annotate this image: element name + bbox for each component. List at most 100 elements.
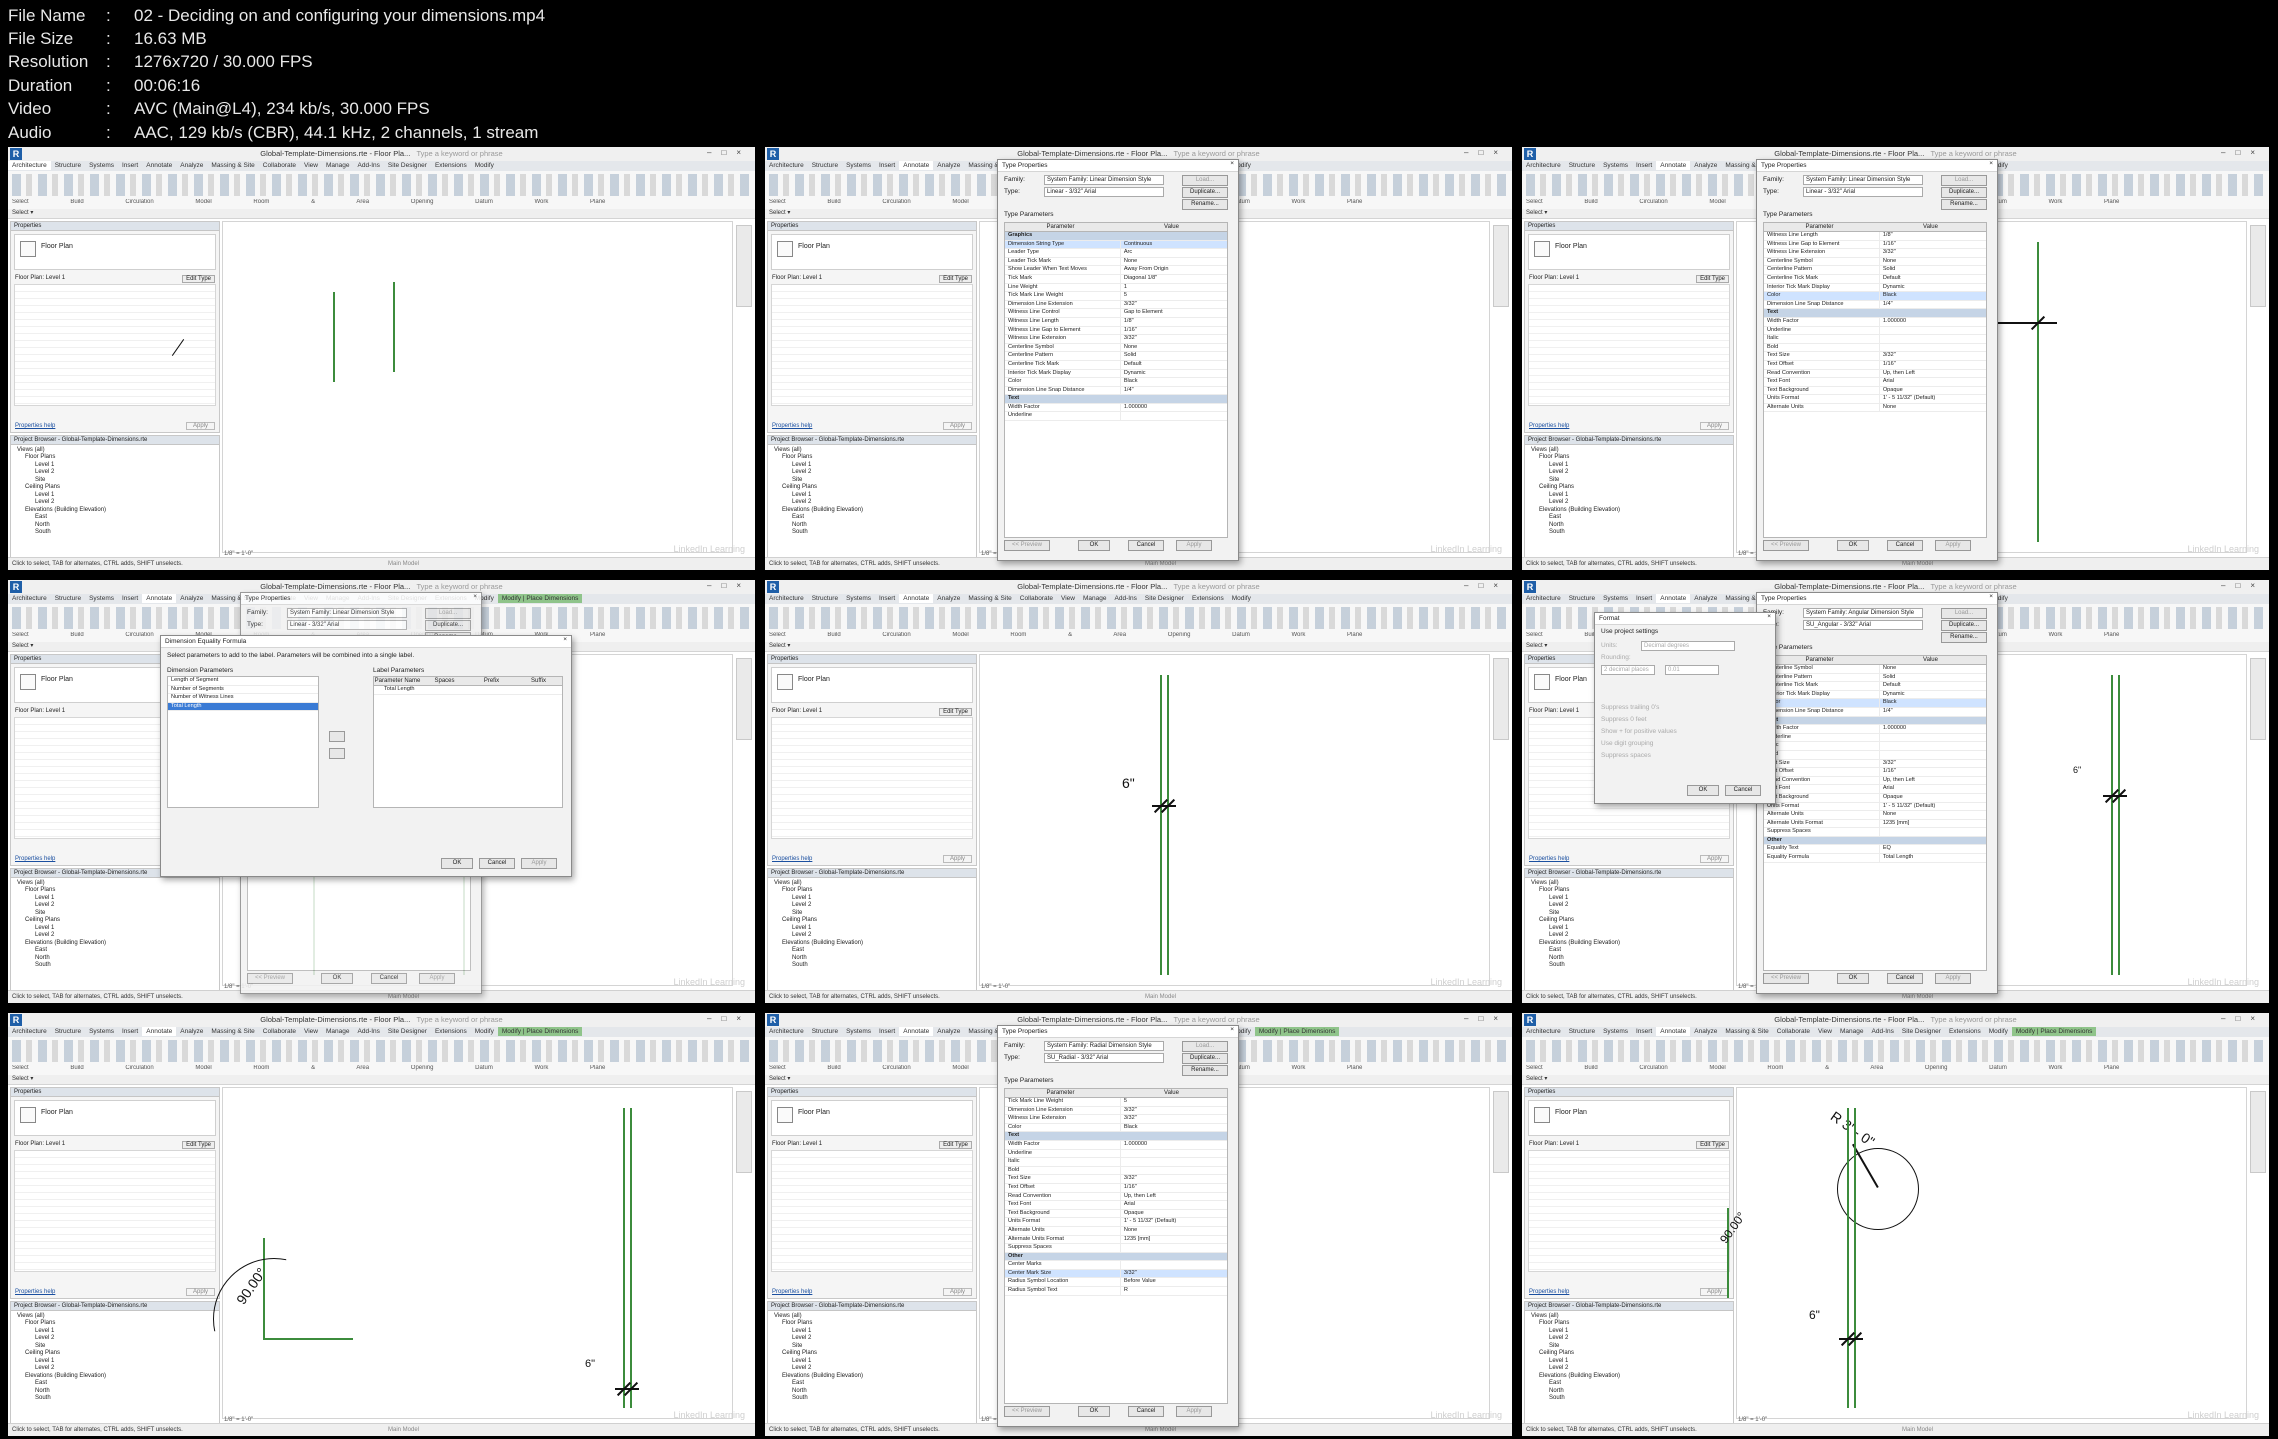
parameter-value[interactable]: Dynamic (1878, 690, 1986, 699)
ribbon-tab[interactable]: View (1814, 1027, 1836, 1036)
wall-line[interactable] (333, 292, 335, 382)
type-select[interactable]: SU_Radial - 3/32" Arial (1044, 1053, 1164, 1063)
format-option-checkbox[interactable]: Use digit grouping (1601, 739, 1653, 748)
browser-item[interactable]: Views (all) (1525, 445, 1733, 453)
parameter-value[interactable]: 1/4" (1878, 707, 1986, 716)
parameter-value[interactable]: Arial (1878, 785, 1986, 793)
project-browser-tree[interactable]: Views (all) Floor Plans Level 1 Level 2 Site… (768, 445, 976, 536)
properties-help-link[interactable]: Properties help (772, 423, 812, 429)
parameter-row[interactable]: Dimension Line Snap Distance 1/4" (1005, 386, 1227, 396)
ribbon-tab[interactable]: Systems (1599, 594, 1632, 603)
window-controls[interactable]: –□× (2221, 1014, 2265, 1023)
ribbon-tab[interactable]: Collaborate (1016, 594, 1057, 603)
browser-item[interactable]: Level 1 (768, 460, 976, 468)
ribbon-tab[interactable]: Annotate (142, 161, 176, 170)
window-controls[interactable]: –□× (1464, 148, 1508, 157)
parameter-row[interactable]: Italic (1764, 335, 1986, 344)
parameter-value[interactable]: None (1119, 257, 1227, 266)
parameter-row[interactable]: Centerline Symbol None (1764, 665, 1986, 674)
rename-button[interactable]: Rename... (1182, 199, 1228, 210)
parameter-value[interactable]: 1/8" (1119, 317, 1227, 326)
cancel-button[interactable]: Cancel (371, 973, 407, 984)
parameter-value[interactable]: Default (1878, 274, 1986, 283)
parameter-row[interactable]: Suppress Spaces (1764, 828, 1986, 837)
type-selector[interactable]: Floor Plan (771, 234, 973, 270)
label-parameters-table[interactable]: Parameter Name Spaces Prefix Suffix Total Le… (373, 676, 563, 808)
ribbon-tab[interactable]: Systems (842, 161, 875, 170)
instance-filter[interactable]: Floor Plan: Level 1 (1529, 1141, 1579, 1149)
window-controls[interactable]: –□× (707, 1014, 751, 1023)
browser-item[interactable]: South (768, 1394, 976, 1401)
parameter-row[interactable]: Center Marks (1005, 1261, 1227, 1270)
parameter-value[interactable]: 1/16" (1878, 768, 1986, 776)
parameter-value[interactable]: 1/16" (1878, 240, 1986, 249)
parameter-value[interactable]: Opaque (1878, 793, 1986, 802)
rename-button[interactable]: Rename... (1182, 1065, 1228, 1076)
parameter-row[interactable]: Text Size 3/32" (1005, 1175, 1227, 1184)
ribbon-tab[interactable]: Architecture (765, 1027, 808, 1036)
ribbon-tab[interactable]: Structure (808, 1027, 842, 1036)
parameter-value[interactable]: 1/4" (1878, 300, 1986, 309)
options-bar[interactable]: Select ▾ (8, 209, 755, 219)
wall-line[interactable] (2118, 675, 2120, 975)
instance-filter[interactable]: Floor Plan: Level 1 (15, 275, 65, 283)
project-browser-tree[interactable]: Views (all) Floor Plans Level 1 Level 2 Site… (11, 1311, 219, 1402)
ribbon-tab[interactable]: Modify (1228, 594, 1255, 603)
parameter-value[interactable]: Before Value (1119, 1278, 1227, 1287)
parameter-value[interactable] (1120, 232, 1227, 240)
browser-item[interactable]: Level 2 (768, 468, 976, 475)
browser-item[interactable]: Ceiling Plans (1525, 1349, 1733, 1356)
parameter-value[interactable]: 1.000000 (1878, 317, 1986, 326)
properties-help-link[interactable]: Properties help (772, 856, 812, 862)
parameter-row[interactable]: Text Font Arial (1764, 378, 1986, 387)
parameter-row[interactable]: Centerline Pattern Solid (1764, 673, 1986, 683)
ribbon-tab[interactable]: Insert (118, 594, 142, 603)
edit-type-button[interactable]: Edit Type (182, 275, 215, 283)
parameter-row[interactable]: Suppress Spaces (1005, 1244, 1227, 1253)
browser-item[interactable]: Site (768, 908, 976, 916)
ribbon-panel[interactable]: Select Build Circulation Model Room & Ar… (1522, 1037, 2269, 1076)
dimension-text[interactable]: 6" (2073, 765, 2081, 775)
properties-help-link[interactable]: Properties help (15, 1289, 55, 1295)
main-model-selector[interactable]: Main Model (388, 558, 419, 570)
browser-item[interactable]: Floor Plans (1525, 453, 1733, 460)
parameter-row[interactable]: Alternate Units Format 1235 [mm] (1005, 1235, 1227, 1245)
parameter-group[interactable]: Text (1764, 716, 1986, 726)
cancel-button[interactable]: Cancel (1887, 973, 1923, 984)
ribbon-tab[interactable]: Analyze (1690, 1027, 1721, 1036)
apply-button[interactable]: Apply (185, 1288, 215, 1296)
close-icon[interactable]: × (1767, 613, 1771, 620)
parameter-value[interactable]: 3/32" (1119, 1269, 1227, 1278)
instance-filter[interactable]: Floor Plan: Level 1 (15, 708, 65, 716)
parameter-value[interactable] (1120, 1253, 1227, 1261)
ribbon-tab[interactable]: Systems (85, 594, 118, 603)
parameter-row[interactable]: Dimension Line Snap Distance 1/4" (1764, 707, 1986, 717)
parameter-value[interactable]: Black (1878, 292, 1986, 300)
parameter-value[interactable] (1119, 1166, 1227, 1175)
parameter-row[interactable]: Witness Line Gap to Element 1/16" (1005, 326, 1227, 336)
preview-button[interactable]: << Preview (1004, 1406, 1050, 1417)
ribbon-tab[interactable]: Architecture (8, 1027, 51, 1036)
ribbon-tab[interactable]: Systems (842, 594, 875, 603)
ribbon-tab[interactable]: Structure (1565, 594, 1599, 603)
load-button[interactable]: Load... (1182, 175, 1228, 186)
ribbon-tab[interactable]: Extensions (1945, 1027, 1985, 1036)
browser-item[interactable]: South (1525, 1394, 1733, 1401)
browser-item[interactable]: Level 2 (768, 1334, 976, 1341)
parameter-row[interactable]: Width Factor 1.000000 (1005, 403, 1227, 413)
cancel-button[interactable]: Cancel (1725, 785, 1761, 796)
ribbon-tab[interactable]: Architecture (765, 161, 808, 170)
browser-item[interactable]: North (768, 520, 976, 528)
close-icon[interactable]: × (1230, 1026, 1234, 1033)
edit-type-button[interactable]: Edit Type (939, 1141, 972, 1149)
family-select[interactable]: System Family: Linear Dimension Style (287, 608, 407, 618)
parameter-value[interactable]: None (1119, 1226, 1227, 1235)
parameter-value[interactable]: 3/32" (1119, 335, 1227, 343)
tab-modify-place-dimensions[interactable]: Modify | Place Dimensions (1254, 1027, 1340, 1036)
ribbon-tab[interactable]: Structure (808, 594, 842, 603)
browser-item[interactable]: Ceiling Plans (768, 916, 976, 923)
cancel-button[interactable]: Cancel (1887, 540, 1923, 551)
ribbon-tab[interactable]: Insert (118, 161, 142, 170)
cancel-button[interactable]: Cancel (1128, 1406, 1164, 1417)
type-parameters-table[interactable]: Parameter Value Witness Line Length 1/8" Wit… (1763, 222, 1987, 538)
